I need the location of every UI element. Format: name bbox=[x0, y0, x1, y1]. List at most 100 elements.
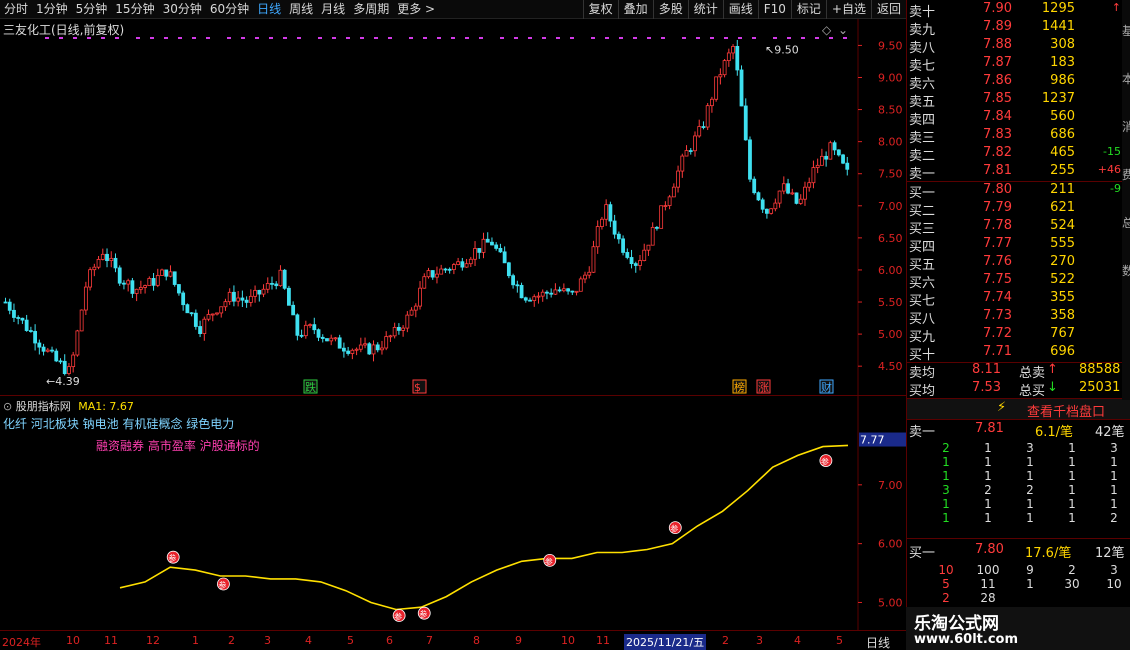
level-volume: 767 bbox=[1050, 326, 1075, 341]
period-tab[interactable]: 多周期 bbox=[349, 0, 393, 19]
signal-badge: 参 bbox=[819, 454, 833, 467]
candle-body bbox=[202, 318, 207, 334]
buy-level[interactable]: 买三 7.78 524 bbox=[907, 218, 1130, 237]
signal-dot bbox=[206, 37, 210, 39]
candle bbox=[138, 280, 143, 294]
candle bbox=[748, 136, 752, 183]
detail-cell: 2 bbox=[1026, 483, 1034, 497]
sell-level[interactable]: 卖三 7.83 686 bbox=[907, 127, 1130, 146]
total-sell-value: 88588 bbox=[1079, 362, 1121, 377]
candle-body bbox=[130, 280, 135, 294]
book-divider bbox=[907, 419, 1130, 420]
date-tick: 9 bbox=[515, 634, 522, 647]
tool-button[interactable]: 标记 bbox=[790, 0, 826, 19]
sell-level[interactable]: 卖二 7.82 465 -15 bbox=[907, 145, 1130, 164]
candle-body bbox=[756, 192, 761, 201]
candle-body bbox=[303, 324, 308, 337]
buy-level[interactable]: 买二 7.79 621 bbox=[907, 200, 1130, 219]
period-tab[interactable]: 分时 bbox=[0, 0, 32, 19]
tool-button[interactable]: +自选 bbox=[825, 0, 871, 19]
candle bbox=[832, 140, 837, 156]
sell-level[interactable]: 卖十 7.90 1295 ↑ bbox=[907, 1, 1130, 20]
candle bbox=[485, 232, 490, 243]
candle-body bbox=[549, 292, 554, 295]
indicator-name[interactable]: 股朋指标网 bbox=[16, 400, 71, 413]
period-tab[interactable]: 60分钟 bbox=[206, 0, 253, 19]
buy-level[interactable]: 买九 7.72 767 bbox=[907, 326, 1130, 345]
sell-level[interactable]: 卖八 7.88 308 bbox=[907, 37, 1130, 56]
period-tab[interactable]: 月线 bbox=[317, 0, 349, 19]
signal-dot bbox=[829, 37, 833, 39]
sell-level[interactable]: 卖九 7.89 1441 bbox=[907, 19, 1130, 38]
period-tab[interactable]: 更多 > bbox=[393, 0, 439, 19]
tool-button[interactable]: 统计 bbox=[687, 0, 723, 19]
sell-level[interactable]: 卖六 7.86 986 bbox=[907, 73, 1130, 92]
candle-body bbox=[75, 330, 80, 356]
period-tab[interactable]: 15分钟 bbox=[111, 0, 158, 19]
level-price: 7.86 bbox=[983, 73, 1012, 88]
candle bbox=[354, 347, 359, 356]
sell-level[interactable]: 卖五 7.85 1237 bbox=[907, 91, 1130, 110]
kline-chart[interactable]: 9.50 9.00 8.50 8.00 7.50 7.00 6.50 6.00 5.50 5.00… bbox=[0, 19, 906, 395]
tool-button[interactable]: 复权 bbox=[582, 0, 618, 19]
sell-level[interactable]: 卖七 7.87 183 bbox=[907, 55, 1130, 74]
signal-dot bbox=[682, 37, 686, 39]
level-price: 7.90 bbox=[983, 1, 1012, 16]
period-tab[interactable]: 30分钟 bbox=[159, 0, 206, 19]
indicator-icon[interactable]: ⊙ bbox=[3, 400, 12, 413]
candle bbox=[303, 320, 308, 339]
tool-button[interactable]: 返回 bbox=[870, 0, 906, 19]
level-name: 买五 bbox=[909, 258, 936, 273]
buy-level[interactable]: 买七 7.74 355 bbox=[907, 290, 1130, 309]
tool-button[interactable]: 叠加 bbox=[617, 0, 653, 19]
level-price: 7.84 bbox=[983, 109, 1012, 124]
buy-level[interactable]: 买八 7.73 358 bbox=[907, 308, 1130, 327]
candle-body bbox=[523, 297, 528, 301]
tool-button[interactable]: F10 bbox=[757, 0, 791, 19]
candle bbox=[236, 291, 241, 307]
period-tab[interactable]: 1分钟 bbox=[32, 0, 72, 19]
candle-body bbox=[50, 349, 54, 352]
indicator-panel[interactable]: 7.00 6.00 5.00 7.77 参参参参参参参 ⊙ 股朋指标网 MA1: 7.6… bbox=[0, 395, 906, 631]
detail-cell: 1 bbox=[942, 455, 950, 469]
date-axis: 2024年 10 11 12 1 2 3 4 5 6 7 8 9 10 11 2025/11/21/五 2 3 4 5… bbox=[0, 630, 906, 650]
candle-body bbox=[117, 267, 122, 284]
level-change: -15 bbox=[1103, 145, 1121, 158]
detail-cell: 10 bbox=[1106, 577, 1122, 591]
level-price: 7.72 bbox=[983, 326, 1012, 341]
candle-body bbox=[528, 299, 532, 302]
candle-body bbox=[595, 226, 600, 248]
level-name: 卖五 bbox=[909, 95, 936, 110]
period-tab[interactable]: 5分钟 bbox=[72, 0, 112, 19]
level-name: 卖三 bbox=[909, 131, 936, 146]
kline-panel[interactable]: 9.50 9.00 8.50 8.00 7.50 7.00 6.50 6.00 5.50 5.00… bbox=[0, 19, 906, 395]
candle bbox=[773, 198, 778, 212]
detail-cell: 30 bbox=[1064, 577, 1080, 591]
buy-level[interactable]: 买六 7.75 522 bbox=[907, 272, 1130, 291]
sell-level[interactable]: 卖一 7.81 255 +46 bbox=[907, 163, 1130, 182]
sell-level[interactable]: 卖四 7.84 560 bbox=[907, 109, 1130, 128]
candle bbox=[807, 177, 812, 192]
candle bbox=[557, 286, 562, 293]
candle bbox=[477, 248, 482, 259]
signal-badge: 参 bbox=[668, 521, 682, 535]
period-label[interactable]: 日线 bbox=[866, 634, 890, 650]
tool-button[interactable]: 画线 bbox=[722, 0, 758, 19]
buy-level[interactable]: 买十 7.71 696 bbox=[907, 344, 1130, 363]
buy-level[interactable]: 买一 7.80 211 -9 bbox=[907, 182, 1130, 201]
detail-cell: 1 bbox=[1068, 441, 1076, 455]
view-depth-button[interactable]: ⚡ 查看千档盘口 bbox=[907, 399, 1130, 420]
level-volume: 686 bbox=[1050, 127, 1075, 142]
buy-level[interactable]: 买四 7.77 555 bbox=[907, 236, 1130, 255]
detail-cell: 5 bbox=[942, 577, 950, 591]
signal-dot bbox=[360, 37, 364, 39]
tool-button[interactable]: 多股 bbox=[652, 0, 688, 19]
period-tab[interactable]: 日线 bbox=[253, 0, 285, 19]
price-label: 8.00 bbox=[878, 136, 903, 149]
candle bbox=[41, 343, 46, 356]
signal-dot bbox=[773, 37, 777, 39]
candle-body bbox=[54, 350, 59, 362]
buy-level[interactable]: 买五 7.76 270 bbox=[907, 254, 1130, 273]
candle-body bbox=[710, 98, 714, 107]
period-tab[interactable]: 周线 bbox=[285, 0, 317, 19]
